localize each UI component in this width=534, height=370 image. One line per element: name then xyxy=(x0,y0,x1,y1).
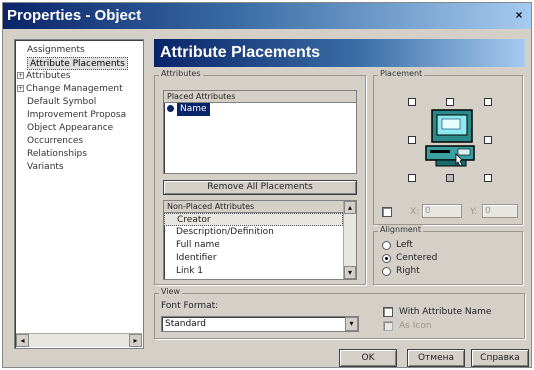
y-label: Y: xyxy=(470,207,478,217)
font-format-label: Font Format: xyxy=(161,301,219,311)
tree-item-label: Occurrences xyxy=(27,136,84,146)
font-format-select[interactable]: Standard ▾ xyxy=(161,316,359,332)
tree-item-label: Object Appearance xyxy=(27,123,114,133)
view-group: View Font Format: Standard ▾ With Attrib… xyxy=(154,287,525,339)
chevron-down-icon[interactable]: ▾ xyxy=(345,317,358,331)
tree-item[interactable]: Relationships xyxy=(27,148,87,161)
placement-group-label: Placement xyxy=(378,69,425,78)
list-item[interactable]: Link 1 xyxy=(164,265,343,278)
with-attribute-name-checkbox[interactable] xyxy=(383,307,393,317)
scroll-left-button[interactable]: ◂ xyxy=(16,334,29,347)
alignment-radio-centered[interactable] xyxy=(382,254,391,263)
cancel-button[interactable]: Отмена xyxy=(407,349,465,367)
tree-item-label: Change Management xyxy=(26,84,123,94)
help-button[interactable]: Справка xyxy=(471,349,529,367)
title-bar: Properties - Object × xyxy=(3,3,531,29)
attribute-bullet-icon xyxy=(167,105,174,112)
scroll-right-button[interactable]: ▸ xyxy=(129,334,142,347)
list-item[interactable]: Identifier xyxy=(164,252,343,265)
anchor-bottom-center[interactable] xyxy=(446,174,454,182)
alignment-group: Alignment Left Centered Right xyxy=(373,225,523,285)
properties-window: Properties - Object × Assignments Attribu… xyxy=(2,2,532,368)
tree-item[interactable]: + Attributes xyxy=(17,70,70,83)
as-icon-checkbox[interactable] xyxy=(383,321,393,331)
window-title: Properties - Object xyxy=(7,7,142,24)
list-item[interactable]: Description/Definition xyxy=(164,226,343,239)
anchor-bottom-right[interactable] xyxy=(484,174,492,182)
alignment-label: Left xyxy=(396,240,413,250)
close-button[interactable]: × xyxy=(511,8,527,22)
property-tree: Assignments Attribute Placements + Attribut… xyxy=(14,39,144,349)
alignment-label: Centered xyxy=(396,253,438,263)
page-title: Attribute Placements xyxy=(154,39,525,67)
placed-attribute-label: Name xyxy=(177,103,210,116)
alignment-radio-right[interactable] xyxy=(382,267,391,276)
tree-horizontal-scrollbar[interactable]: ◂ ▸ xyxy=(16,333,142,347)
anchor-bottom-left[interactable] xyxy=(408,174,416,182)
font-format-value: Standard xyxy=(165,319,206,329)
custom-offset-checkbox[interactable] xyxy=(382,207,392,217)
anchor-top-left[interactable] xyxy=(408,98,416,106)
as-icon-label: As Icon xyxy=(399,321,432,331)
scroll-down-button[interactable]: ▾ xyxy=(344,266,356,279)
non-placed-attributes-header: Non-Placed Attributes xyxy=(164,201,343,213)
expand-icon[interactable]: + xyxy=(17,85,24,92)
remove-all-placements-button[interactable]: Remove All Placements xyxy=(163,180,357,195)
tree-item[interactable]: Variants xyxy=(27,161,64,174)
tree-item-label: Attribute Placements xyxy=(30,59,125,69)
list-item[interactable]: Full name xyxy=(164,239,343,252)
tree-item-label: Assignments xyxy=(27,45,85,55)
tree-item-label: Default Symbol xyxy=(27,97,97,107)
non-placed-attributes-list[interactable]: Non-Placed Attributes Creator Description… xyxy=(163,200,357,280)
list-item[interactable]: Creator xyxy=(164,213,343,226)
placed-attributes-header: Placed Attributes xyxy=(164,91,356,103)
tree-item-label: Variants xyxy=(27,162,64,172)
alignment-group-label: Alignment xyxy=(378,225,423,234)
y-offset-field[interactable]: 0 xyxy=(482,204,518,218)
anchor-top-right[interactable] xyxy=(484,98,492,106)
ok-button[interactable]: OK xyxy=(339,349,397,367)
list-vertical-scrollbar[interactable]: ▴ ▾ xyxy=(343,201,356,279)
x-label: X: xyxy=(410,207,420,217)
expand-icon[interactable]: + xyxy=(17,72,24,79)
placement-group: Placement X: 0 Y: 0 xyxy=(373,69,523,225)
alignment-radio-left[interactable] xyxy=(382,241,391,250)
tree-item-label: Relationships xyxy=(27,149,87,159)
alignment-label: Right xyxy=(396,266,420,276)
computer-object-icon xyxy=(425,109,475,167)
tree-item-label: Attributes xyxy=(26,71,71,81)
anchor-middle-left[interactable] xyxy=(408,136,416,144)
anchor-top-center[interactable] xyxy=(446,98,454,106)
tree-item[interactable]: Object Appearance xyxy=(27,122,113,135)
tree-item[interactable]: Assignments xyxy=(27,44,85,57)
with-attribute-name-label: With Attribute Name xyxy=(399,307,492,317)
scroll-up-button[interactable]: ▴ xyxy=(344,201,356,214)
view-group-label: View xyxy=(159,287,182,296)
tree-item[interactable]: + Change Management xyxy=(17,83,123,96)
attributes-group: Attributes Placed Attributes Name Remove… xyxy=(154,69,366,285)
tree-item-label: Improvement Proposa xyxy=(27,110,127,120)
anchor-middle-right[interactable] xyxy=(484,136,492,144)
tree-item[interactable]: Improvement Proposa xyxy=(27,109,126,122)
tree-item[interactable]: Attribute Placements xyxy=(27,57,128,70)
list-item[interactable]: Name xyxy=(164,103,356,116)
attributes-group-label: Attributes xyxy=(159,69,203,78)
placed-attributes-list[interactable]: Placed Attributes Name xyxy=(163,90,357,174)
x-offset-field[interactable]: 0 xyxy=(422,204,462,218)
tree-item[interactable]: Default Symbol xyxy=(27,96,96,109)
tree-item[interactable]: Occurrences xyxy=(27,135,83,148)
